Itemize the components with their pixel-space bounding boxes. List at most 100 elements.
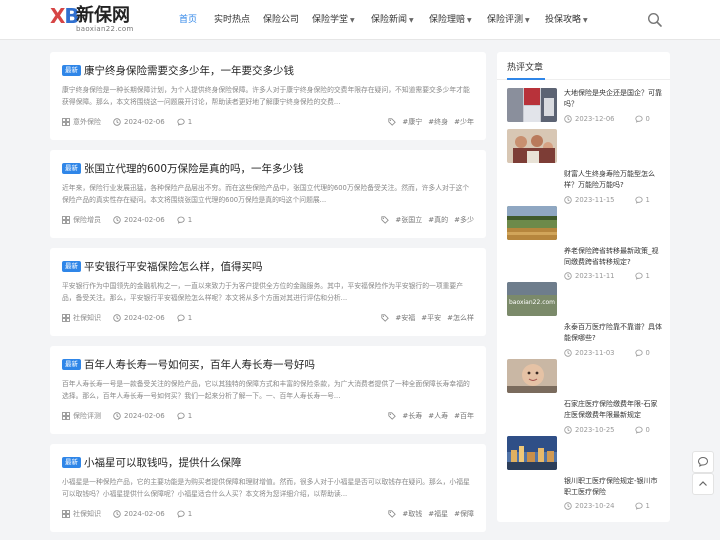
article-comments[interactable]: 1 [177,314,192,322]
article-thumbnail[interactable] [507,206,557,240]
tag-link[interactable]: #多少 [454,215,474,225]
sidebar-article-date: 2023-11-15 [564,196,625,204]
nav-item-home[interactable]: 首页 [170,0,214,40]
article-comments[interactable]: 1 [177,510,192,518]
article-excerpt: 小福星是一种保险产品，它的主要功能是为购买者提供保障和理财增值。然而，很多人对于… [62,478,470,498]
article-card[interactable]: 最新 小福星可以取钱吗，提供什么保障 小福星是一种保险产品，它的主要功能是为购买… [50,444,486,532]
chevron-down-icon: ▼ [525,17,530,24]
article-category[interactable]: 保险评测 [62,411,101,421]
svg-text:baoxian22.com: baoxian22.com [509,299,555,306]
article-title[interactable]: 最新 张国立代理的600万保险是真的吗，一年多少钱 [62,161,472,175]
main-nav: 首页 实时热点 保险公司 保险学堂 ▼ 保险新闻 ▼ 保险理赔 ▼ 保险评测 ▼ 投保攻… [170,0,603,40]
article-thumbnail[interactable] [507,129,557,163]
article-thumbnail[interactable] [507,88,557,122]
article-category[interactable]: 社保知识 [62,509,101,519]
new-badge: 最新 [62,64,81,76]
back-to-top-button[interactable] [692,473,714,495]
sidebar-article-title[interactable]: 永泰百万医疗险靠不靠谱？具体能保哪些? [564,322,664,344]
nav-item-news[interactable]: 保险新闻 ▼ [371,0,429,40]
article-thumbnail[interactable] [507,359,557,393]
article-title-text[interactable]: 百年人寿长寿一号如何买，百年人寿长寿一号好吗 [84,357,315,371]
article-title[interactable]: 最新 康宁终身保险需要交多少年，一年要交多少钱 [62,63,472,77]
tag-link[interactable]: #张国立 [395,215,422,225]
article-title-text[interactable]: 平安银行平安福保险怎么样，值得买吗 [84,259,263,273]
comment-icon [634,272,643,280]
tag-link[interactable]: #保障 [454,509,474,519]
article-card[interactable]: 最新 百年人寿长寿一号如何买，百年人寿长寿一号好吗 百年人寿长寿一号是一款备受关… [50,346,486,434]
tag-link[interactable]: #少年 [454,117,474,127]
sidebar-article-date: 2023-12-06 [564,115,625,123]
tag-link[interactable]: #福星 [428,509,448,519]
sidebar-article-title[interactable]: 银川职工医疗保险规定-银川市职工医疗保险 [564,476,664,498]
nav-item-reviews[interactable]: 保险评测 ▼ [487,0,545,40]
tag-link[interactable]: #百年 [454,411,474,421]
article-thumbnail[interactable]: baoxian22.com [507,282,557,316]
sidebar-article-title[interactable]: 养老保险跨省转移最新政策_视同缴费跨省转移规定? [564,246,664,268]
tag-link[interactable]: #取钱 [402,509,422,519]
nav-item-claims[interactable]: 保险理赔 ▼ [429,0,487,40]
search-icon[interactable] [647,12,663,28]
category-icon [62,412,70,420]
article-title[interactable]: 最新 平安银行平安福保险怎么样，值得买吗 [62,259,472,273]
tag-link[interactable]: #人寿 [428,411,448,421]
article-category[interactable]: 社保知识 [62,313,101,323]
sidebar-article-meta: 2023-11-03 0 [564,349,670,357]
article-card[interactable]: 最新 平安银行平安福保险怎么样，值得买吗 平安银行作为中国领先的金融机构之一，一… [50,248,486,336]
chevron-down-icon: ▼ [583,17,588,24]
sidebar-article-meta: 2023-12-06 0 [564,115,670,123]
clock-icon [564,115,572,123]
sidebar-article-comments: 1 [634,196,660,204]
comment-icon [177,118,185,126]
clock-icon [113,412,121,420]
nav-item-hot[interactable]: 实时热点 [214,0,263,40]
nav-item-school[interactable]: 保险学堂 ▼ [312,0,371,40]
hot-comments-widget: 热评文章 大地保险是央企还是国企？可靠吗？ 2023-12-06 0 财富人生终… [497,52,670,522]
new-badge: 最新 [62,162,81,174]
site-logo[interactable]: XB 新保网 baoxian22.com [50,5,140,35]
article-title[interactable]: 最新 小福星可以取钱吗，提供什么保障 [62,455,472,469]
sidebar-article-comments: 1 [634,502,660,510]
article-title-text[interactable]: 康宁终身保险需要交多少年，一年要交多少钱 [84,63,294,77]
article-category[interactable]: 意外保险 [62,117,101,127]
logo-domain: baoxian22.com [76,25,134,33]
article-date: 2024-02-06 [113,118,165,126]
tag-link[interactable]: #终身 [428,117,448,127]
tag-link[interactable]: #安福 [395,313,415,323]
article-date: 2024-02-06 [113,412,165,420]
comment-icon [634,349,643,357]
chat-button[interactable] [692,451,714,473]
article-title-text[interactable]: 小福星可以取钱吗，提供什么保障 [84,455,242,469]
clock-icon [113,216,121,224]
article-title-text[interactable]: 张国立代理的600万保险是真的吗，一年多少钱 [84,161,304,175]
nav-item-guides[interactable]: 投保攻略 ▼ [545,0,603,40]
article-comments[interactable]: 1 [177,216,192,224]
new-badge: 最新 [62,260,81,272]
tag-link[interactable]: #真的 [428,215,448,225]
article-comments[interactable]: 1 [177,412,192,420]
article-tags: #长寿 #人寿 #百年 [388,411,474,421]
article-tags: #取钱 #福星 #保障 [388,509,474,519]
sidebar-article-date: 2023-10-24 [564,502,625,510]
article-card[interactable]: 最新 康宁终身保险需要交多少年，一年要交多少钱 康宁终身保险是一种长期保障计划，… [50,52,486,140]
comment-icon [177,216,185,224]
article-tags: #康宁 #终身 #少年 [388,117,474,127]
sidebar-article-meta: 2023-11-11 1 [564,272,670,280]
tag-link[interactable]: #康宁 [402,117,422,127]
article-category[interactable]: 保险增员 [62,215,101,225]
sidebar-article-title[interactable]: 大地保险是央企还是国企？可靠吗？ [564,88,664,110]
article-excerpt: 平安银行作为中国领先的金融机构之一，一直以来致力于为客户提供全方位的金融服务。其… [62,282,464,302]
article-thumbnail[interactable] [507,436,557,470]
new-badge: 最新 [62,456,81,468]
chat-icon [697,456,709,467]
tag-link[interactable]: #长寿 [402,411,422,421]
sidebar-article-title[interactable]: 石家庄医疗保险缴费年限-石家庄医保缴费年限最新规定 [564,399,664,421]
article-title[interactable]: 最新 百年人寿长寿一号如何买，百年人寿长寿一号好吗 [62,357,472,371]
tag-link[interactable]: #怎么样 [447,313,474,323]
article-card[interactable]: 最新 张国立代理的600万保险是真的吗，一年多少钱 近年来，保险行业发展迅猛，各… [50,150,486,238]
tag-link[interactable]: #平安 [421,313,441,323]
article-comments[interactable]: 1 [177,118,192,126]
nav-item-companies[interactable]: 保险公司 [263,0,312,40]
sidebar-article-title[interactable]: 财富人生终身寿险万能型怎么样？万能险万能吗? [564,169,664,191]
sidebar-article-date: 2023-11-03 [564,349,625,357]
sidebar-article-meta: 2023-11-15 1 [564,196,670,204]
